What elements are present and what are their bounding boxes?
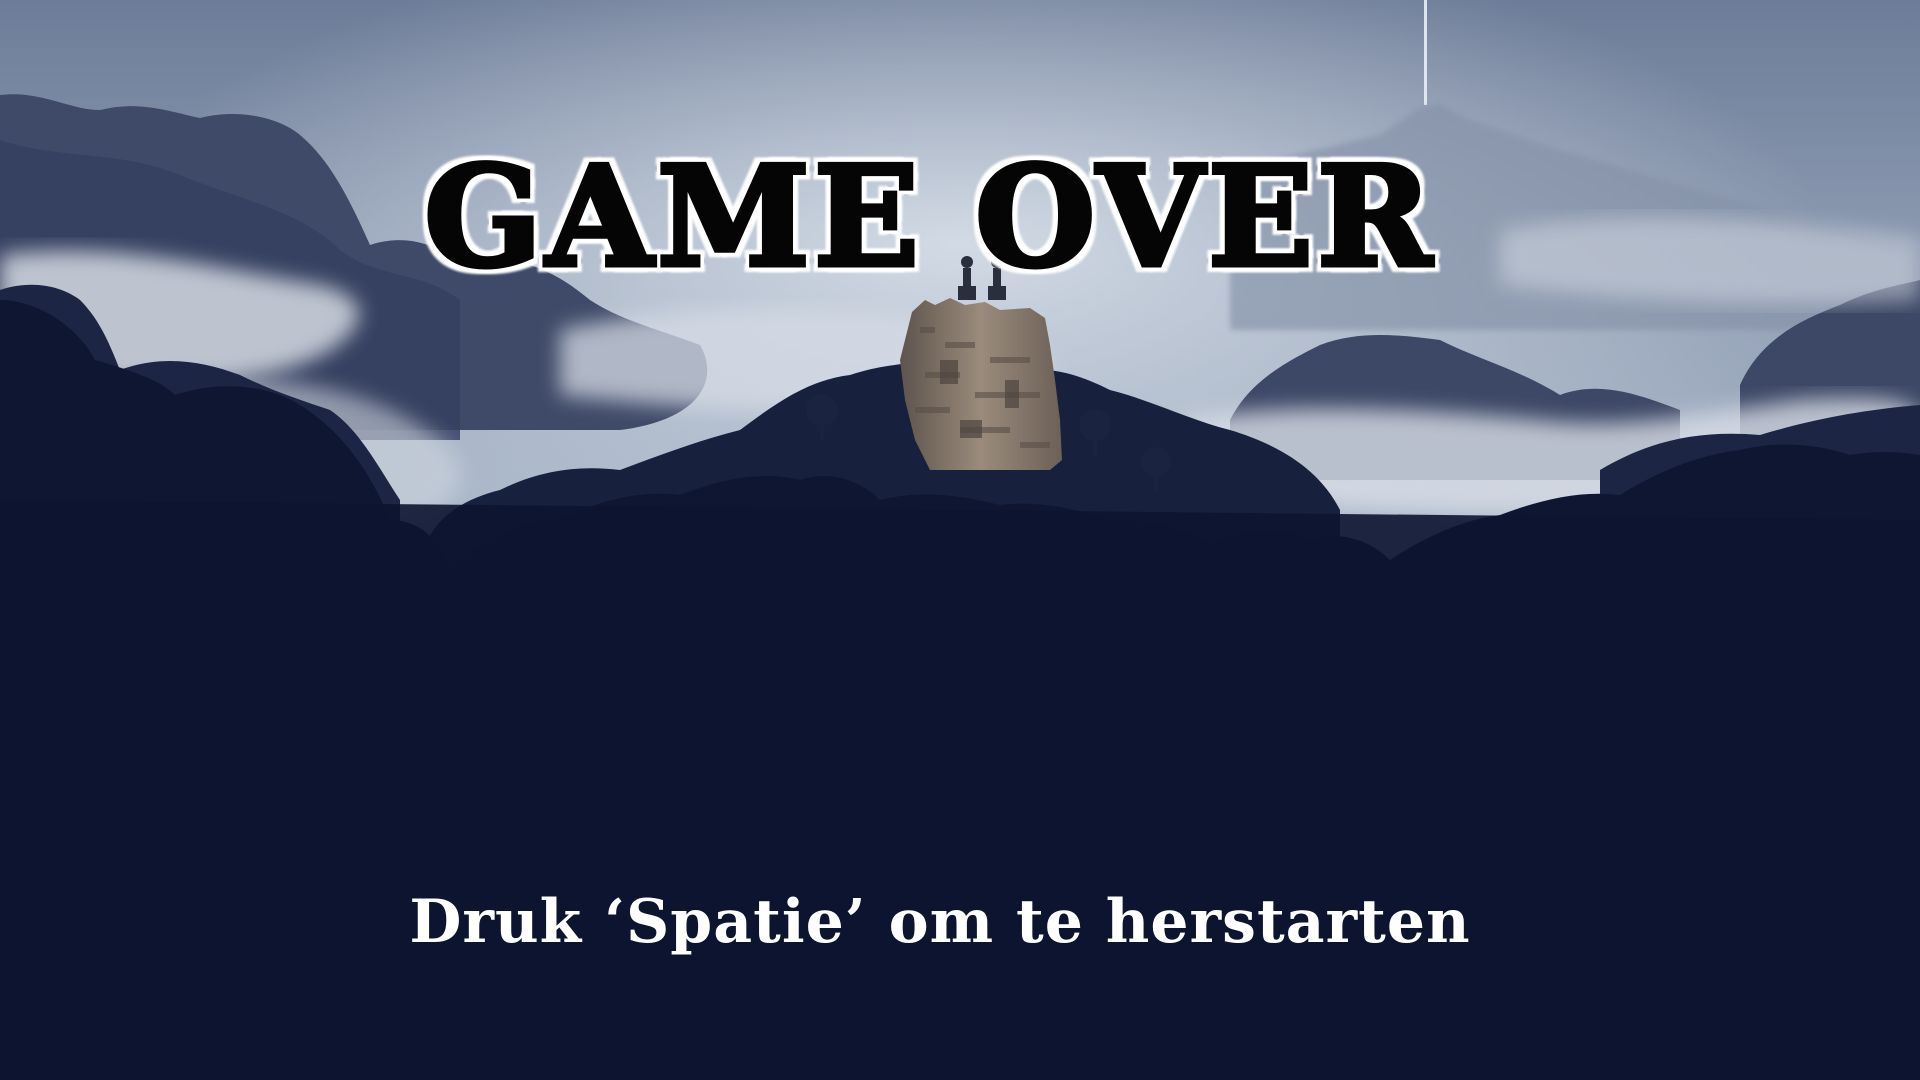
restart-hint: Druk ‘Spatie’ om te herstarten <box>409 887 1471 957</box>
game-over-title: GAME OVER <box>422 135 1436 298</box>
ruined-tower-icon <box>900 298 1062 470</box>
game-over-screen: GAME OVER Druk ‘Spatie’ om te herstarten <box>0 0 1920 1080</box>
